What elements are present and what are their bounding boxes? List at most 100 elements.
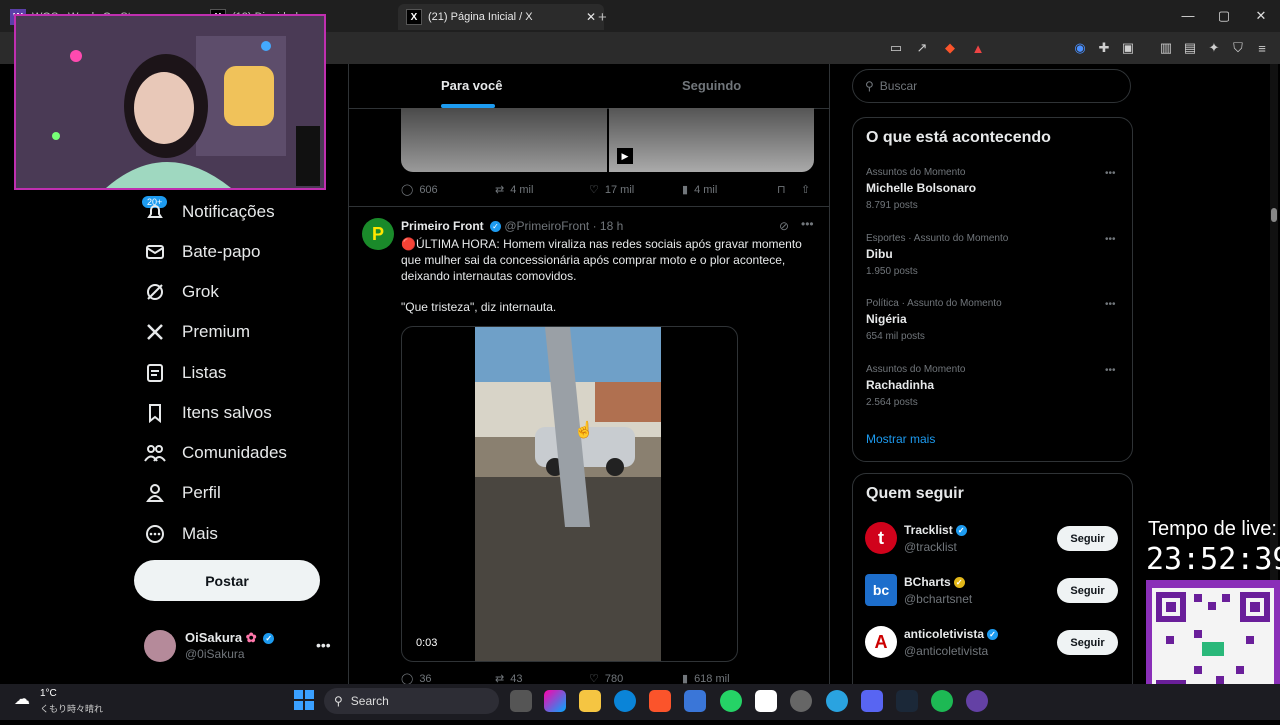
sidebar-toggle-icon[interactable]: ▥ bbox=[1158, 40, 1174, 56]
store-icon[interactable] bbox=[684, 690, 706, 712]
post-time[interactable]: · 18 h bbox=[593, 219, 624, 233]
follow-button[interactable]: Seguir bbox=[1057, 526, 1118, 551]
whatsapp-icon[interactable] bbox=[720, 690, 742, 712]
media-image bbox=[609, 108, 814, 172]
obs-icon[interactable] bbox=[790, 690, 812, 712]
sidebar-item-bookmarks[interactable]: Itens salvos bbox=[144, 402, 272, 424]
wallet-icon[interactable]: ▤ bbox=[1182, 40, 1198, 56]
maximize-button[interactable]: ▢ bbox=[1214, 8, 1234, 24]
scrollbar-thumb[interactable] bbox=[1271, 208, 1277, 222]
repost-button[interactable]: ⇄ 4 mil bbox=[495, 183, 533, 197]
video-frame bbox=[475, 327, 661, 661]
sidebar-item-premium[interactable]: Premium bbox=[144, 321, 250, 343]
sidebar-item-lists[interactable]: Listas bbox=[144, 362, 226, 384]
spotify-icon[interactable] bbox=[931, 690, 953, 712]
avatar[interactable]: A bbox=[865, 626, 897, 658]
trend-more-icon[interactable]: ••• bbox=[1105, 365, 1116, 376]
trend-item[interactable]: Assuntos do Momento Rachadinha 2.564 pos… bbox=[866, 364, 1116, 408]
author-name[interactable]: Primeiro Front bbox=[401, 219, 484, 233]
edge-icon[interactable] bbox=[614, 690, 636, 712]
author-handle[interactable]: @PrimeiroFront bbox=[504, 219, 589, 233]
browser-tab-active[interactable]: X (21) Página Inicial / X ✕ bbox=[398, 4, 604, 30]
trend-more-icon[interactable]: ••• bbox=[1105, 299, 1116, 310]
menu-icon[interactable]: ≡ bbox=[1254, 40, 1270, 56]
trend-item[interactable]: Assuntos do Momento Michelle Bolsonaro 8… bbox=[866, 167, 1116, 211]
sidebar-item-communities[interactable]: Comunidades bbox=[144, 442, 287, 464]
like-button[interactable]: ♡ 17 mil bbox=[589, 183, 634, 197]
like-button[interactable]: ♡ 780 bbox=[589, 672, 623, 685]
sidebar-item-label: Mais bbox=[182, 524, 218, 543]
file-explorer-icon[interactable] bbox=[579, 690, 601, 712]
trend-item[interactable]: Política · Assunto do Momento Nigéria 65… bbox=[866, 298, 1116, 342]
author-avatar[interactable]: P bbox=[362, 218, 394, 250]
brave-rewards-icon[interactable]: ▲ bbox=[970, 40, 986, 56]
close-window-button[interactable]: ✕ bbox=[1251, 8, 1271, 24]
previous-post-media[interactable]: ▶ bbox=[401, 108, 814, 172]
extensions-icon[interactable]: ✚ bbox=[1096, 40, 1112, 56]
share-button[interactable]: ⇧ bbox=[801, 183, 810, 196]
avatar[interactable]: t bbox=[865, 522, 897, 554]
account-menu-icon[interactable]: ••• bbox=[316, 637, 331, 653]
task-view-icon[interactable] bbox=[510, 690, 532, 712]
trend-item[interactable]: Esportes · Assunto do Momento Dibu 1.950… bbox=[866, 233, 1116, 277]
tab-following[interactable]: Seguindo bbox=[682, 78, 741, 93]
media-icon[interactable]: ▣ bbox=[1120, 40, 1136, 56]
bell-icon bbox=[144, 201, 166, 223]
sidebar-item-more[interactable]: Mais bbox=[144, 523, 218, 545]
search-input[interactable]: ⚲ Buscar bbox=[852, 69, 1131, 103]
telegram-icon[interactable] bbox=[826, 690, 848, 712]
minimize-button[interactable]: — bbox=[1178, 8, 1198, 23]
windows-start-icon[interactable] bbox=[294, 690, 314, 710]
follow-name[interactable]: Tracklist ✓ bbox=[904, 523, 967, 537]
weather-temp[interactable]: 1°C bbox=[40, 688, 57, 699]
steam-icon[interactable] bbox=[896, 690, 918, 712]
heart-icon: ♡ bbox=[589, 184, 599, 196]
bookmark-button[interactable]: ⊓ bbox=[777, 183, 786, 196]
trend-more-icon[interactable]: ••• bbox=[1105, 234, 1116, 245]
tab-for-you[interactable]: Para você bbox=[441, 78, 502, 93]
cast-icon[interactable]: ▭ bbox=[888, 40, 904, 56]
brave-shield-icon[interactable]: ◆ bbox=[942, 40, 958, 56]
app-icon[interactable] bbox=[966, 690, 988, 712]
avatar[interactable] bbox=[144, 630, 176, 662]
sidebar-item-chat[interactable]: Bate-papo bbox=[144, 241, 260, 263]
views-icon: ▮ bbox=[682, 673, 689, 684]
more-circle-icon bbox=[144, 523, 166, 545]
video-player[interactable]: 0:03 bbox=[401, 326, 738, 662]
sidebar-item-notifications[interactable]: Notificações bbox=[144, 201, 275, 223]
grok-post-icon[interactable]: ⊘ bbox=[779, 219, 789, 233]
follow-name[interactable]: BCharts ✓ bbox=[904, 575, 965, 589]
reply-button[interactable]: ◯ 606 bbox=[401, 183, 438, 197]
sidebar-item-grok[interactable]: Grok bbox=[144, 281, 219, 303]
timeline: Para você Seguindo ▶ ◯ 606 ⇄ 4 mil ♡ 17 mil… bbox=[348, 64, 830, 684]
show-more-link[interactable]: Mostrar mais bbox=[866, 432, 935, 446]
reply-button[interactable]: ◯ 36 bbox=[401, 672, 432, 685]
views-button[interactable]: ▮ 618 mil bbox=[682, 672, 730, 685]
ai-icon[interactable]: ✦ bbox=[1206, 40, 1222, 56]
capcut-icon[interactable] bbox=[755, 690, 777, 712]
views-button[interactable]: ▮ 4 mil bbox=[682, 183, 717, 197]
copilot-icon[interactable] bbox=[544, 690, 566, 712]
audio-icon[interactable]: ◉ bbox=[1072, 40, 1088, 56]
live-time-counter: 23:52:39 bbox=[1146, 542, 1280, 577]
share-icon[interactable]: ↗ bbox=[914, 40, 930, 56]
new-tab-button[interactable]: + bbox=[598, 4, 607, 30]
taskbar-search[interactable]: ⚲ Search bbox=[324, 688, 499, 714]
weather-icon[interactable]: ☁ bbox=[14, 689, 30, 709]
discord-icon[interactable] bbox=[861, 690, 883, 712]
avatar[interactable]: bc bbox=[865, 574, 897, 606]
vpn-icon[interactable]: ⛉ bbox=[1230, 40, 1246, 56]
trend-more-icon[interactable]: ••• bbox=[1105, 168, 1116, 179]
post-more-icon[interactable]: ••• bbox=[801, 217, 814, 231]
follow-name[interactable]: anticoletivista ✓ bbox=[904, 627, 999, 641]
verified-gold-badge-icon: ✓ bbox=[953, 577, 965, 589]
post-button[interactable]: Postar bbox=[134, 560, 320, 601]
follow-button[interactable]: Seguir bbox=[1057, 578, 1118, 603]
follow-button[interactable]: Seguir bbox=[1057, 630, 1118, 655]
brave-icon[interactable] bbox=[649, 690, 671, 712]
account-name[interactable]: OiSakura ✿ ✓ bbox=[185, 630, 275, 646]
close-tab-icon[interactable]: ✕ bbox=[586, 10, 596, 24]
post-text-quote: "Que tristeza", diz internauta. bbox=[401, 300, 557, 314]
sidebar-item-profile[interactable]: Perfil bbox=[144, 482, 221, 504]
repost-button[interactable]: ⇄ 43 bbox=[495, 672, 522, 685]
